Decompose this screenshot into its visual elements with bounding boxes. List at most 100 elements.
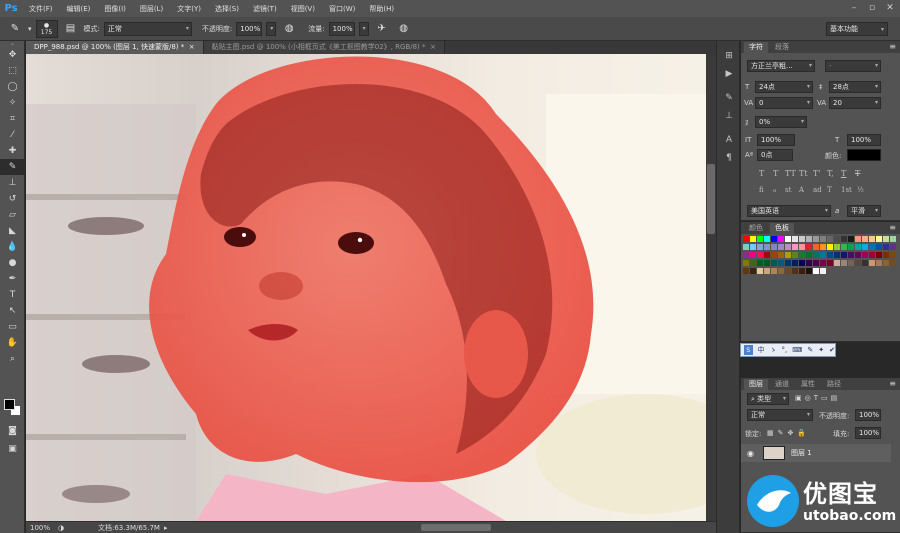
crop-tool-icon[interactable]: ⌗ [0, 111, 25, 127]
language-select[interactable]: 美国英语 ▾ [747, 205, 831, 217]
color-swatch[interactable] [806, 260, 812, 266]
style-all-caps[interactable]: TT [785, 169, 796, 178]
color-swatch[interactable] [834, 236, 840, 242]
pen-tool-icon[interactable]: ✒ [0, 271, 25, 287]
color-swatch[interactable] [848, 260, 854, 266]
style-subscript[interactable]: T, [827, 169, 834, 178]
color-swatch[interactable] [743, 244, 749, 250]
horizontal-scroll-thumb[interactable] [421, 524, 491, 531]
opentype-contextual[interactable]: ℴ [773, 186, 776, 194]
layer-filter-kind[interactable]: ⌕ 类型 ▾ [747, 393, 789, 405]
brush-tool-icon[interactable]: ✎ [0, 159, 25, 175]
color-swatch[interactable] [771, 252, 777, 258]
color-swatch[interactable] [876, 244, 882, 250]
style-faux-bold[interactable]: T [759, 169, 764, 178]
status-arrow-icon[interactable]: ▸ [164, 524, 168, 532]
marquee-tool-icon[interactable]: ⬚ [0, 63, 25, 79]
color-swatch[interactable] [890, 236, 896, 242]
color-swatch[interactable] [848, 244, 854, 250]
menu-file[interactable]: 文件(F) [22, 4, 60, 14]
color-swatch[interactable] [813, 236, 819, 242]
color-swatch[interactable] [764, 268, 770, 274]
tab-character[interactable]: 字符 [744, 42, 768, 53]
color-swatch[interactable] [862, 252, 868, 258]
workspace-select[interactable]: 基本功能 ▾ [826, 22, 888, 36]
opentype-swash[interactable]: A [799, 186, 804, 194]
menu-window[interactable]: 窗口(W) [322, 4, 362, 14]
color-swatch[interactable] [862, 260, 868, 266]
color-swatch[interactable] [834, 244, 840, 250]
actions-panel-icon[interactable]: ▶ [717, 65, 741, 83]
opentype-stylistic[interactable]: ad [813, 186, 822, 194]
color-swatch[interactable] [862, 244, 868, 250]
ime-skin-icon[interactable]: ✦ [818, 346, 824, 354]
clone-stamp-tool-icon[interactable]: ⊥ [0, 175, 25, 191]
color-swatch[interactable] [771, 260, 777, 266]
color-swatch[interactable] [890, 260, 896, 266]
color-swatch[interactable] [757, 244, 763, 250]
close-icon[interactable]: ✕ [884, 2, 896, 14]
color-swatch[interactable] [806, 252, 812, 258]
layer-opacity-field[interactable]: 100% [855, 409, 881, 421]
color-swatch[interactable] [883, 252, 889, 258]
eyedropper-tool-icon[interactable]: ⁄ [0, 127, 25, 143]
color-swatch[interactable] [813, 260, 819, 266]
color-swatch[interactable] [764, 252, 770, 258]
antialias-select[interactable]: 平滑 ▾ [847, 205, 881, 217]
color-swatch[interactable] [799, 252, 805, 258]
font-family-select[interactable]: 方正兰亭粗... ▾ [747, 60, 815, 72]
layer-name[interactable]: 图层 1 [791, 448, 812, 458]
leading-field[interactable]: 28点 ▾ [829, 81, 881, 93]
layer-row[interactable]: ◉ 图层 1 [741, 444, 891, 462]
color-swatch[interactable] [820, 236, 826, 242]
panel-menu-icon[interactable]: ≡ [889, 223, 896, 232]
color-swatch[interactable] [743, 260, 749, 266]
dodge-tool-icon[interactable]: ● [0, 255, 25, 271]
color-swatch[interactable] [876, 260, 882, 266]
color-swatch[interactable] [855, 236, 861, 242]
color-swatch[interactable] [869, 244, 875, 250]
zoom-level[interactable]: 100% [30, 524, 58, 532]
menu-image[interactable]: 图像(I) [97, 4, 133, 14]
opentype-ligatures[interactable]: fi [759, 186, 764, 194]
tab-paste-main[interactable]: 黏贴主图.psd @ 100% (小相框页式《美工抠图教学02》, RGB/8)… [203, 41, 445, 54]
paint-bucket-tool-icon[interactable]: ◣ [0, 223, 25, 239]
tracking-field[interactable]: 20 ▾ [829, 97, 881, 109]
flow-dropdown[interactable]: ▾ [358, 21, 369, 36]
tab-paths[interactable]: 路径 [822, 379, 846, 390]
color-swatch[interactable] [799, 236, 805, 242]
color-swatch[interactable] [834, 252, 840, 258]
ime-moon-icon[interactable]: ゝ [770, 345, 777, 355]
tab-dpp-988[interactable]: DPP_988.psd @ 100% (图层 1, 快速蒙版/8) * × [26, 41, 204, 54]
color-swatch[interactable] [771, 244, 777, 250]
color-swatch[interactable] [883, 244, 889, 250]
menu-layer[interactable]: 图层(L) [133, 4, 170, 14]
tab-color[interactable]: 颜色 [744, 223, 768, 234]
ime-chinese[interactable]: 中 [758, 345, 765, 355]
brush-tool-preset-icon[interactable]: ✎ [6, 21, 24, 37]
brush-size-picker[interactable]: ● 175 [35, 19, 58, 38]
color-swatch[interactable] [841, 236, 847, 242]
vertical-scrollbar[interactable] [706, 54, 716, 521]
healing-brush-tool-icon[interactable]: ✚ [0, 143, 25, 159]
close-icon[interactable]: × [187, 43, 195, 51]
color-swatch[interactable] [764, 236, 770, 242]
tab-paragraph[interactable]: 段落 [770, 42, 794, 53]
color-swatch[interactable] [855, 244, 861, 250]
color-swatch[interactable] [778, 236, 784, 242]
type-tool-icon[interactable]: T [0, 287, 25, 303]
color-swatch[interactable] [764, 244, 770, 250]
opentype-ordinals[interactable]: 1st [841, 186, 852, 194]
color-swatch[interactable] [764, 260, 770, 266]
menu-help[interactable]: 帮助(H) [362, 4, 401, 14]
horizontal-scale-field[interactable]: 100% [847, 134, 881, 146]
color-swatch[interactable] [841, 252, 847, 258]
color-swatch[interactable] [820, 244, 826, 250]
clone-source-icon[interactable]: ⊥ [717, 107, 741, 125]
maximize-icon[interactable]: ▫ [866, 2, 878, 14]
color-swatch[interactable] [869, 260, 875, 266]
ime-pen-icon[interactable]: ✎ [807, 346, 813, 354]
color-swatch[interactable] [757, 260, 763, 266]
scale-field[interactable]: 0% ▾ [755, 116, 807, 128]
color-swatch[interactable] [785, 268, 791, 274]
